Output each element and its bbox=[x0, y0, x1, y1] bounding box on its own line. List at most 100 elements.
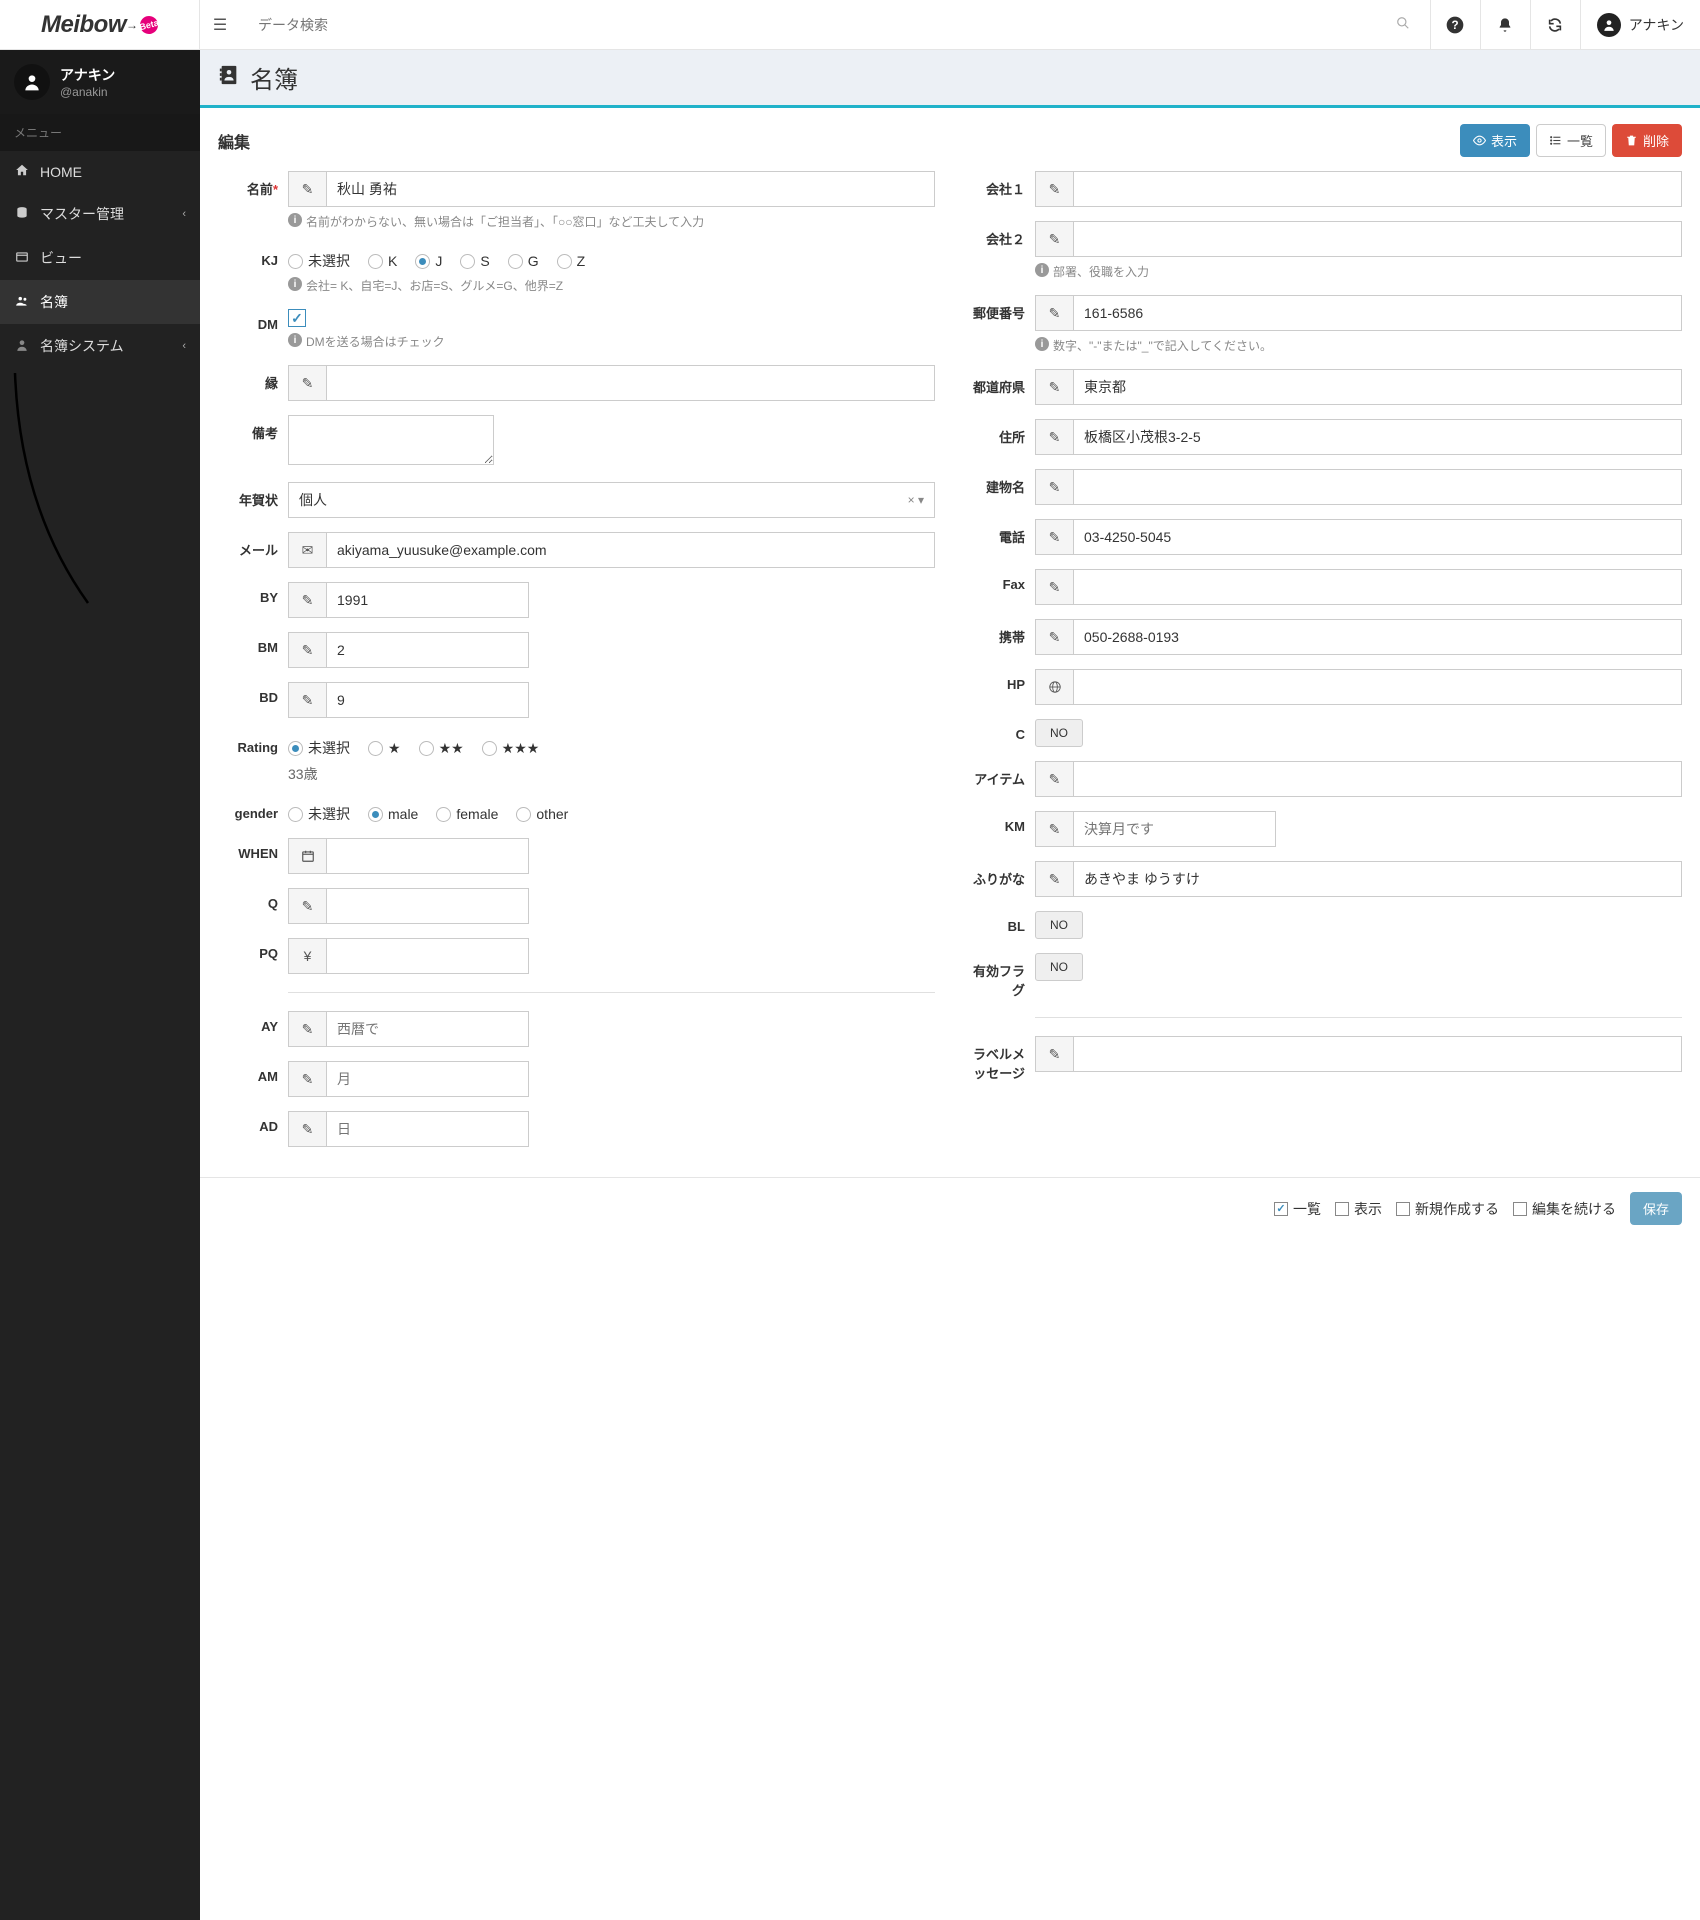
rating-radio-3[interactable]: ★★★ bbox=[482, 738, 540, 758]
kj-radio-k[interactable]: K bbox=[368, 251, 397, 271]
building-input[interactable] bbox=[1073, 469, 1682, 505]
calendar-icon bbox=[288, 838, 326, 874]
yen-icon: ¥ bbox=[288, 938, 326, 974]
refresh-icon[interactable] bbox=[1530, 0, 1580, 50]
kj-radio-unselected[interactable]: 未選択 bbox=[288, 251, 350, 271]
pref-label: 都道府県 bbox=[965, 369, 1035, 396]
gender-label: gender bbox=[218, 798, 288, 821]
company2-input[interactable] bbox=[1073, 221, 1682, 257]
fax-input[interactable] bbox=[1073, 569, 1682, 605]
clear-icon[interactable]: × ▾ bbox=[900, 493, 924, 507]
rating-radio-none[interactable]: 未選択 bbox=[288, 738, 350, 758]
dm-checkbox[interactable]: ✓ bbox=[288, 309, 306, 327]
ay-input[interactable] bbox=[326, 1011, 529, 1047]
user-icon bbox=[14, 338, 30, 355]
brand-logo[interactable]: Meibow → Beta bbox=[0, 0, 200, 49]
rating-radio-group: 未選択 ★ ★★ ★★★ bbox=[288, 732, 935, 758]
km-label: KM bbox=[965, 811, 1035, 834]
q-label: Q bbox=[218, 888, 288, 911]
gender-radio-none[interactable]: 未選択 bbox=[288, 804, 350, 824]
q-input[interactable] bbox=[326, 888, 529, 924]
nenga-select[interactable]: 個人 × ▾ bbox=[288, 482, 935, 518]
footer-create-check[interactable]: 新規作成する bbox=[1396, 1199, 1499, 1219]
pencil-icon: ✎ bbox=[1035, 419, 1073, 455]
labelmsg-input[interactable] bbox=[1073, 1036, 1682, 1072]
ad-input[interactable] bbox=[326, 1111, 529, 1147]
memo-label: 備考 bbox=[218, 415, 288, 442]
hp-input[interactable] bbox=[1073, 669, 1682, 705]
am-input[interactable] bbox=[326, 1061, 529, 1097]
hamburger-icon[interactable]: ☰ bbox=[200, 15, 240, 35]
footer-show-check[interactable]: 表示 bbox=[1335, 1199, 1382, 1219]
bd-input[interactable] bbox=[326, 682, 529, 718]
sidebar-item-meibo-system[interactable]: 名簿システム ‹ bbox=[0, 324, 200, 368]
item-input[interactable] bbox=[1073, 761, 1682, 797]
valid-label: 有効フラグ bbox=[965, 953, 1035, 999]
company1-label: 会社１ bbox=[965, 171, 1035, 198]
furigana-input[interactable] bbox=[1073, 861, 1682, 897]
help-icon[interactable]: ? bbox=[1430, 0, 1480, 50]
kj-radio-s[interactable]: S bbox=[460, 251, 489, 271]
topbar-user[interactable]: アナキン bbox=[1580, 0, 1700, 49]
mail-input[interactable] bbox=[326, 532, 935, 568]
km-input[interactable] bbox=[1073, 811, 1276, 847]
by-input[interactable] bbox=[326, 582, 529, 618]
gender-radio-male[interactable]: male bbox=[368, 804, 418, 824]
save-button[interactable]: 保存 bbox=[1630, 1192, 1682, 1225]
sidebar-item-master[interactable]: マスター管理 ‹ bbox=[0, 192, 200, 236]
bm-input[interactable] bbox=[326, 632, 529, 668]
kj-radio-g[interactable]: G bbox=[508, 251, 539, 271]
memo-textarea[interactable] bbox=[288, 415, 494, 465]
company1-input[interactable] bbox=[1073, 171, 1682, 207]
sidebar-item-label: 名簿 bbox=[40, 292, 68, 312]
sidebar-user[interactable]: アナキン @anakin bbox=[0, 50, 200, 114]
name-input[interactable] bbox=[326, 171, 935, 207]
sidebar-item-view[interactable]: ビュー bbox=[0, 236, 200, 280]
search-wrap bbox=[240, 8, 1430, 42]
show-button[interactable]: 表示 bbox=[1460, 124, 1530, 157]
en-label: 縁 bbox=[218, 365, 288, 392]
zip-input[interactable] bbox=[1073, 295, 1682, 331]
pq-input[interactable] bbox=[326, 938, 529, 974]
pencil-icon: ✎ bbox=[288, 1011, 326, 1047]
c-toggle[interactable]: NO bbox=[1035, 719, 1083, 747]
topbar-actions: ? アナキン bbox=[1430, 0, 1700, 49]
ad-label: AD bbox=[218, 1111, 288, 1134]
c-label: C bbox=[965, 719, 1035, 742]
kj-radio-group: 未選択 K J S G Z bbox=[288, 245, 935, 271]
by-label: BY bbox=[218, 582, 288, 605]
sidebar-item-meibo[interactable]: 名簿 bbox=[0, 280, 200, 324]
pencil-icon: ✎ bbox=[1035, 295, 1073, 331]
pencil-icon: ✎ bbox=[1035, 469, 1073, 505]
header-buttons: 表示 一覧 削除 bbox=[1460, 124, 1682, 157]
name-hint: 名前がわからない、無い場合は「ご担当者」、「○○窓口」など工夫して入力 bbox=[306, 213, 704, 231]
footer-continue-check[interactable]: 編集を続ける bbox=[1513, 1199, 1616, 1219]
mobile-label: 携帯 bbox=[965, 619, 1035, 646]
tel-input[interactable] bbox=[1073, 519, 1682, 555]
search-icon[interactable] bbox=[1396, 16, 1410, 33]
when-input[interactable] bbox=[326, 838, 529, 874]
rating-radio-1[interactable]: ★ bbox=[368, 738, 401, 758]
addr-input[interactable] bbox=[1073, 419, 1682, 455]
chevron-left-icon: ‹ bbox=[182, 340, 186, 352]
sidebar-section-label: メニュー bbox=[0, 114, 200, 151]
bell-icon[interactable] bbox=[1480, 0, 1530, 50]
gender-radio-female[interactable]: female bbox=[436, 804, 498, 824]
kj-radio-j[interactable]: J bbox=[415, 251, 442, 271]
list-button[interactable]: 一覧 bbox=[1536, 124, 1606, 157]
contact-book-icon bbox=[218, 64, 240, 92]
bl-toggle[interactable]: NO bbox=[1035, 911, 1083, 939]
mail-label: メール bbox=[218, 532, 288, 559]
en-input[interactable] bbox=[326, 365, 935, 401]
gender-radio-other[interactable]: other bbox=[516, 804, 568, 824]
footer-list-check[interactable]: 一覧 bbox=[1274, 1199, 1321, 1219]
search-input[interactable] bbox=[248, 8, 1422, 42]
sidebar-item-home[interactable]: HOME bbox=[0, 151, 200, 192]
rating-radio-2[interactable]: ★★ bbox=[419, 738, 464, 758]
pref-input[interactable] bbox=[1073, 369, 1682, 405]
mobile-input[interactable] bbox=[1073, 619, 1682, 655]
delete-button[interactable]: 削除 bbox=[1612, 124, 1682, 157]
valid-toggle[interactable]: NO bbox=[1035, 953, 1083, 981]
pencil-icon: ✎ bbox=[1035, 221, 1073, 257]
kj-radio-z[interactable]: Z bbox=[557, 251, 586, 271]
